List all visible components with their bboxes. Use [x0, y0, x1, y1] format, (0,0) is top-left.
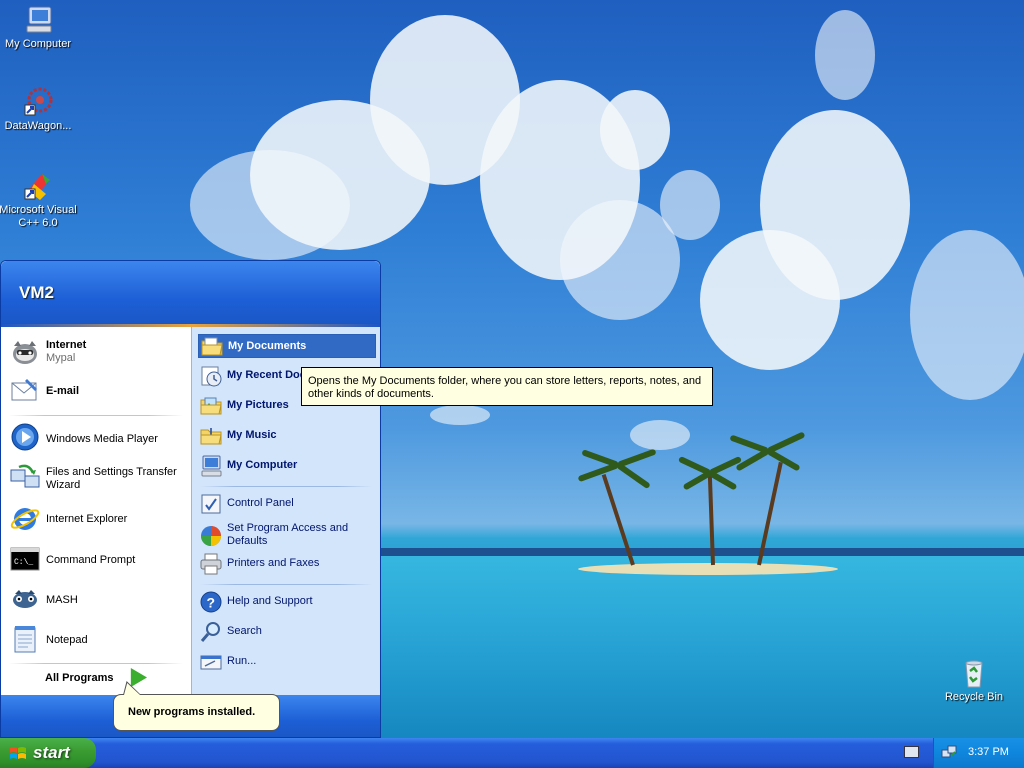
- recent-mash[interactable]: MASH: [9, 583, 185, 617]
- settings-program-access[interactable]: Set Program Access and Defaults: [198, 521, 376, 551]
- palm-frond: [581, 449, 620, 468]
- island: [578, 563, 838, 575]
- separator: [200, 584, 372, 585]
- start-label: start: [33, 743, 70, 762]
- email-icon: [9, 375, 41, 407]
- network-icon[interactable]: [941, 744, 957, 760]
- printer-icon: [199, 552, 223, 576]
- visual-cpp-icon: [22, 170, 54, 202]
- recent-notepad[interactable]: Notepad: [9, 623, 185, 657]
- cloud: [600, 90, 670, 170]
- control-panel-icon: [199, 492, 223, 516]
- help-icon: ?: [199, 590, 223, 614]
- cloud: [630, 420, 690, 450]
- media-player-icon: [9, 421, 41, 453]
- recent-docs-icon: [199, 364, 223, 388]
- datawagon-icon: [22, 86, 54, 118]
- palm-frond: [708, 470, 738, 491]
- pinned-email[interactable]: E-mail: [9, 375, 185, 409]
- place-my-music[interactable]: My Music: [198, 424, 376, 448]
- svg-text:C:\_: C:\_: [14, 558, 33, 567]
- svg-text:?: ?: [207, 595, 216, 611]
- cloud: [815, 10, 875, 100]
- cloud: [430, 405, 490, 425]
- mash-icon: [9, 583, 41, 615]
- separator: [200, 486, 372, 487]
- tools-help-support[interactable]: ? Help and Support: [198, 590, 376, 614]
- pinned-internet[interactable]: Internet Mypal: [9, 335, 185, 369]
- folder-pictures-icon: [199, 394, 223, 418]
- desktop-icon-my-computer[interactable]: My Computer: [0, 4, 78, 51]
- my-documents-tooltip: Opens the My Documents folder, where you…: [301, 367, 713, 406]
- separator: [9, 415, 183, 416]
- start-menu-header: VM2: [1, 261, 380, 326]
- cloud: [910, 230, 1024, 400]
- folder-music-icon: [199, 424, 223, 448]
- place-my-computer[interactable]: My Computer: [198, 454, 376, 478]
- cloud: [660, 170, 720, 240]
- sea: [380, 556, 1024, 738]
- separator: [9, 663, 183, 664]
- recent-windows-media-player[interactable]: Windows Media Player: [9, 421, 185, 455]
- all-programs-button[interactable]: All Programs: [45, 672, 113, 684]
- taskbar: [0, 738, 1024, 768]
- keyboard-icon[interactable]: [904, 746, 919, 758]
- palm-frond: [616, 462, 651, 490]
- tools-search[interactable]: Search: [198, 620, 376, 644]
- ie-icon: [9, 503, 41, 535]
- search-icon: [199, 620, 223, 644]
- new-programs-balloon[interactable]: New programs installed.: [113, 694, 280, 731]
- start-menu-programs-pane: Internet Mypal E-mail Windows Media Play…: [1, 327, 191, 695]
- recycle-bin-icon: [958, 657, 990, 689]
- desktop-icon-visual-cpp[interactable]: Microsoft Visual C++ 6.0: [0, 170, 78, 230]
- notepad-icon: [9, 623, 41, 655]
- run-icon: [199, 650, 223, 674]
- recent-internet-explorer[interactable]: Internet Explorer: [9, 503, 185, 537]
- folder-documents-icon: [200, 335, 224, 359]
- desktop-icon-recycle-bin[interactable]: Recycle Bin: [934, 657, 1014, 704]
- tools-run[interactable]: Run...: [198, 650, 376, 674]
- palm-frond: [766, 448, 801, 472]
- cloud: [760, 110, 910, 300]
- cmd-icon: C:\_: [9, 543, 41, 575]
- clock[interactable]: 3:37 PM: [968, 746, 1009, 758]
- recent-files-settings-transfer[interactable]: Files and Settings Transfer Wizard: [9, 461, 185, 497]
- windows-flag-icon: [9, 745, 27, 761]
- mypal-browser-icon: [9, 335, 41, 367]
- start-button[interactable]: start: [0, 738, 96, 768]
- recent-command-prompt[interactable]: C:\_ Command Prompt: [9, 543, 185, 577]
- program-access-icon: [199, 524, 223, 548]
- computer-icon: [22, 4, 54, 36]
- computer-icon: [199, 454, 223, 478]
- settings-printers-faxes[interactable]: Printers and Faxes: [198, 552, 376, 576]
- start-menu: VM2 Internet Mypal E-mail Windows Media …: [0, 260, 381, 738]
- desktop-icon-datawagon[interactable]: DataWagon...: [0, 86, 78, 133]
- transfer-wizard-icon: [9, 461, 41, 493]
- settings-control-panel[interactable]: Control Panel: [198, 492, 376, 516]
- user-name: VM2: [19, 283, 54, 302]
- place-my-documents[interactable]: My Documents: [198, 334, 376, 358]
